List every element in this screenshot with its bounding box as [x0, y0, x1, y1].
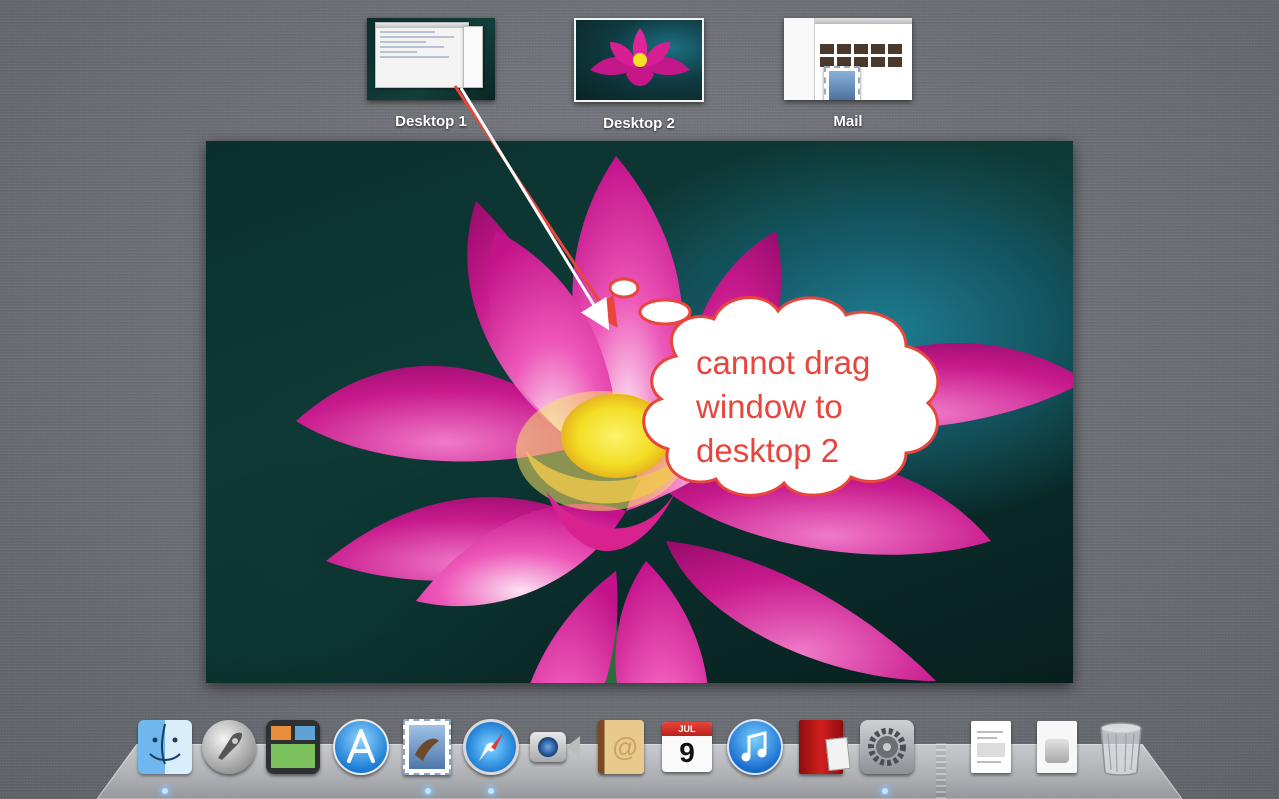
system-preferences-icon[interactable]: [858, 717, 916, 777]
space-desktop-1[interactable]: Desktop 1: [367, 18, 495, 130]
running-indicator: [162, 788, 168, 794]
desktop-wallpaper-preview: cannot drag window to desktop 2: [206, 141, 1073, 683]
desktop-1-thumbnail[interactable]: [367, 18, 495, 100]
downloads-icon[interactable]: [1028, 717, 1086, 777]
address-book-icon[interactable]: @: [592, 717, 650, 777]
mail-stamp-icon: [824, 66, 860, 100]
ical-icon[interactable]: JUL 9: [658, 717, 716, 777]
launchpad-icon[interactable]: [200, 717, 258, 777]
safari-icon[interactable]: [462, 717, 520, 777]
running-indicator: [882, 788, 888, 794]
running-indicator: [488, 788, 494, 794]
document-icon[interactable]: [962, 717, 1020, 777]
space-label: Mail: [833, 113, 863, 130]
mail-thumbnail[interactable]: [784, 18, 912, 100]
space-label: Desktop 1: [395, 113, 467, 130]
mission-control-icon[interactable]: [264, 717, 322, 777]
desktop-2-thumbnail[interactable]: [574, 18, 704, 102]
finder-icon[interactable]: [136, 717, 194, 777]
trash-icon[interactable]: [1092, 717, 1150, 777]
annotation-text: cannot drag window to desktop 2: [696, 344, 871, 469]
mail-icon[interactable]: [398, 717, 456, 777]
facetime-icon[interactable]: [526, 717, 584, 777]
space-label: Desktop 2: [603, 115, 675, 132]
itunes-icon[interactable]: [726, 717, 784, 777]
running-indicator: [425, 788, 431, 794]
space-desktop-2[interactable]: Desktop 2: [574, 18, 704, 132]
lotus-wallpaper-image: [296, 156, 1073, 683]
photo-booth-icon[interactable]: [792, 717, 851, 777]
app-store-icon[interactable]: [332, 717, 390, 777]
mini-window-thumbnail[interactable]: [375, 22, 469, 88]
space-mail[interactable]: Mail: [784, 18, 912, 130]
